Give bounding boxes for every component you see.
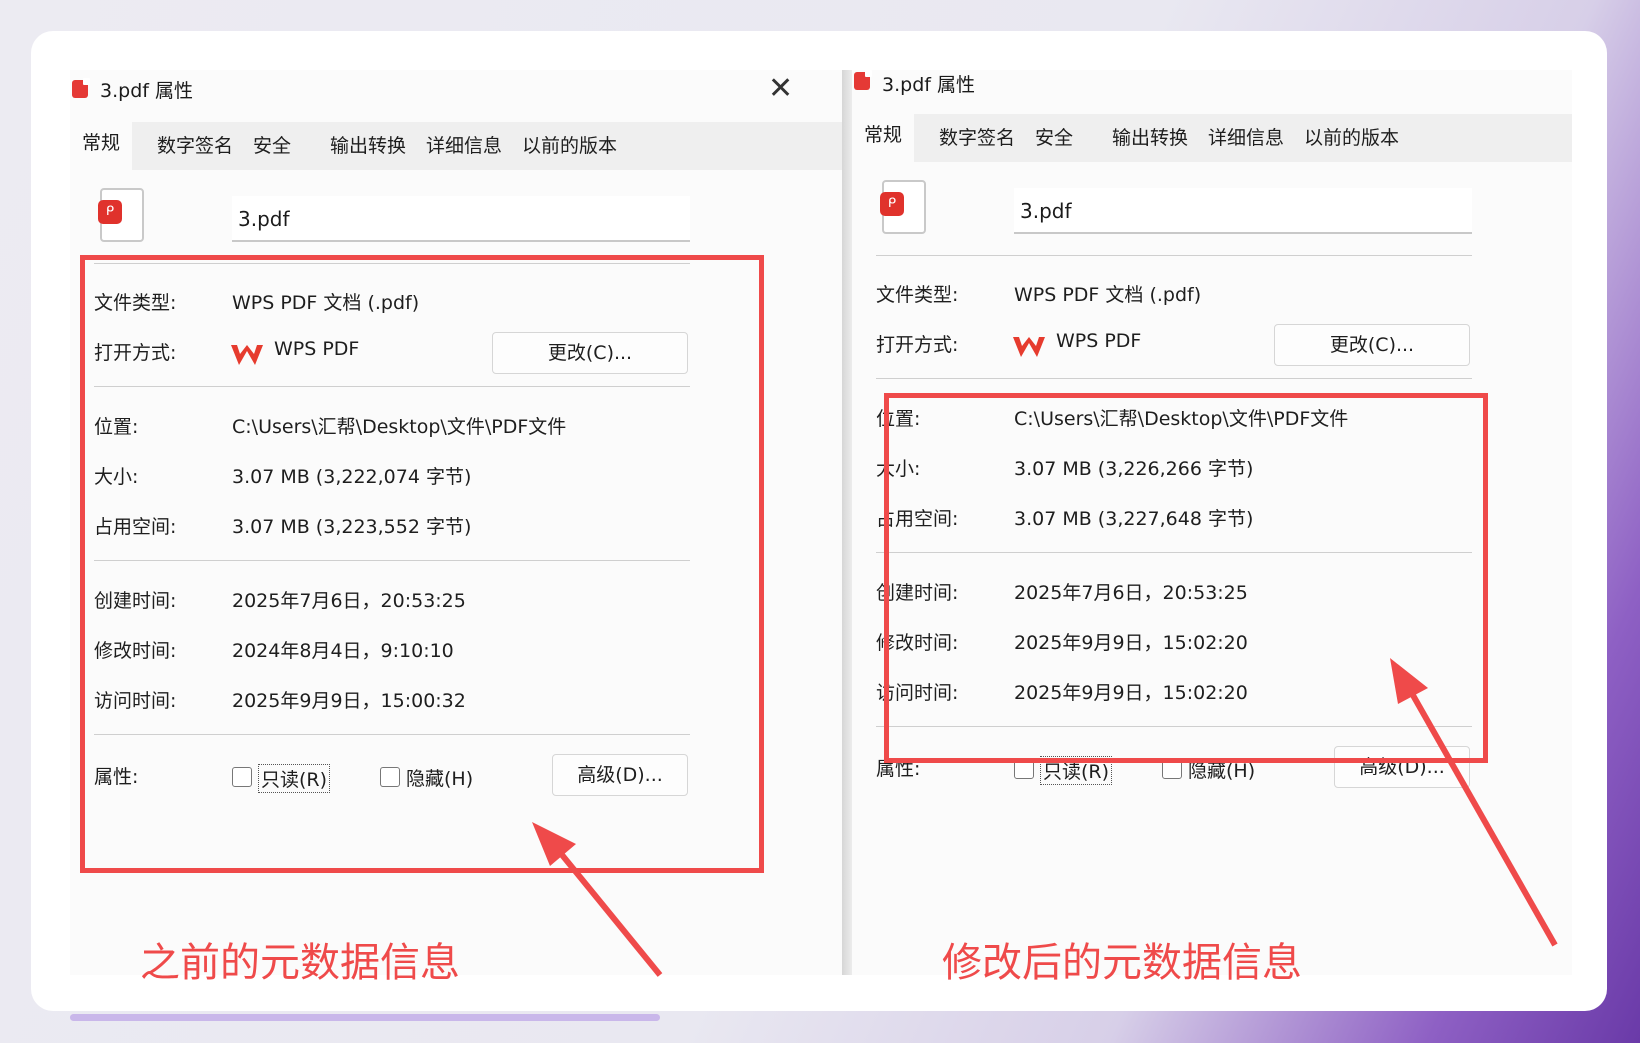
- right-arrow-head: [1390, 658, 1428, 704]
- annotation-arrows: [532, 658, 1558, 977]
- left-arrow-shaft: [555, 848, 663, 977]
- left-caption: 之前的元数据信息: [140, 940, 460, 986]
- right-arrow-shaft: [1407, 688, 1558, 947]
- right-caption: 修改后的元数据信息: [942, 940, 1302, 986]
